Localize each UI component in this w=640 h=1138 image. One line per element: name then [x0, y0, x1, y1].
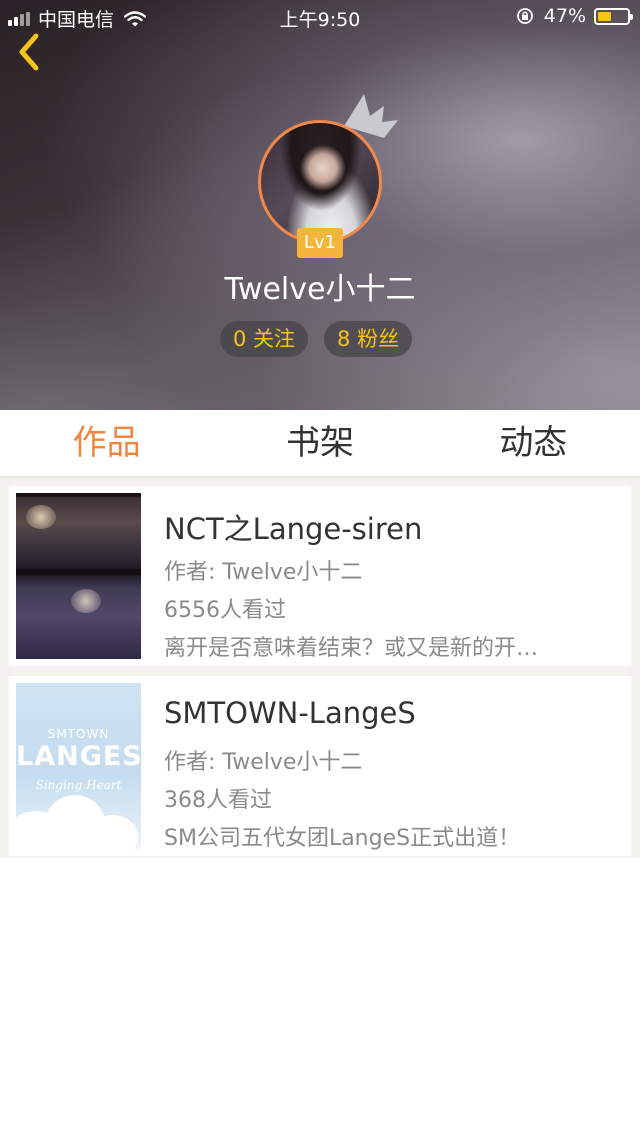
tab-bar: 作品 书架 动态 [0, 410, 640, 478]
work-item[interactable]: SMTOWN LANGES Singing Heart SMTOWN-Lange… [9, 676, 631, 856]
work-description: 离开是否意味着结束？或又是新的开… [164, 636, 539, 661]
level-badge: Lv1 [297, 228, 343, 258]
work-author: 作者: Twelve小十二 [164, 560, 363, 585]
work-title: SMTOWN-LangeS [164, 696, 416, 730]
battery-fill [598, 11, 611, 21]
tab-activity[interactable]: 动态 [427, 410, 640, 476]
status-right: 47% [516, 5, 633, 27]
tab-bookshelf[interactable]: 书架 [213, 410, 426, 476]
work-title: NCT之Lange-siren [164, 512, 423, 546]
cover-top-text: SMTOWN [47, 727, 110, 741]
work-cover [16, 493, 141, 659]
work-views: 368人看过 [164, 788, 272, 813]
profile-header: 中国电信 上午9:50 47% Lv1 Twelve小十二 0 关注 8 粉丝 [0, 0, 640, 410]
profile-page: 中国电信 上午9:50 47% Lv1 Twelve小十二 0 关注 8 粉丝 … [0, 0, 640, 1138]
cover-main-text: LANGES [16, 741, 141, 772]
following-button[interactable]: 0 关注 [220, 321, 309, 357]
work-author: 作者: Twelve小十二 [164, 750, 363, 775]
battery-percent: 47% [543, 5, 586, 27]
profile-stats: 0 关注 8 粉丝 [220, 321, 413, 357]
work-cover: SMTOWN LANGES Singing Heart [16, 683, 141, 849]
username: Twelve小十二 [224, 272, 416, 307]
avatar[interactable] [258, 120, 382, 244]
back-button[interactable] [12, 30, 48, 74]
cover-script-text: Singing Heart [35, 778, 122, 792]
work-views: 6556人看过 [164, 598, 286, 623]
tab-works[interactable]: 作品 [0, 410, 213, 476]
followers-button[interactable]: 8 粉丝 [324, 321, 413, 357]
rotation-lock-icon [516, 8, 533, 24]
status-bar: 中国电信 上午9:50 47% [0, 0, 640, 34]
work-item[interactable]: NCT之Lange-siren 作者: Twelve小十二 6556人看过 离开… [9, 486, 631, 666]
battery-icon [594, 7, 633, 25]
avatar-image [258, 120, 382, 244]
work-description: SM公司五代女团LangeS正式出道！ [164, 826, 521, 851]
